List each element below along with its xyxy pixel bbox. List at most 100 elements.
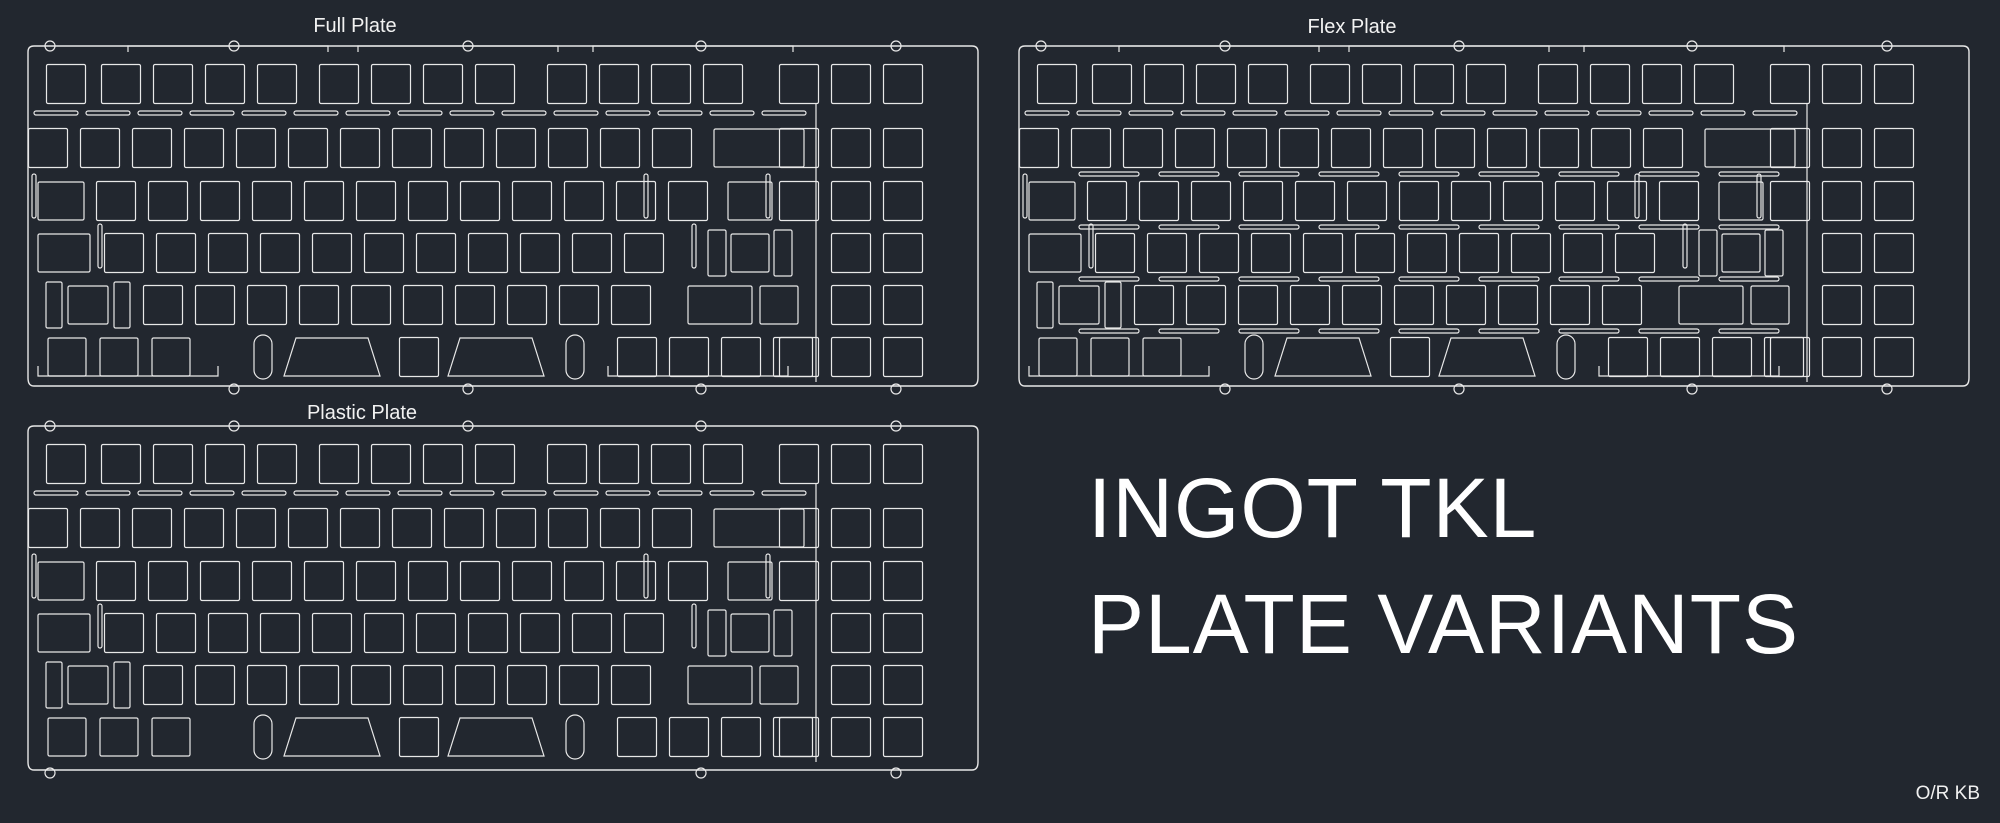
switch-cutout [511,180,553,222]
switch-cutout [506,664,548,706]
flex-cut [1238,328,1300,334]
stabilizer-cutout [707,229,727,277]
switch-cutout [1601,284,1643,326]
switch-cutout [256,63,298,105]
switch-cutout [667,560,709,602]
switch-cutout [1821,180,1863,222]
relief-slot [33,110,79,116]
relief-slot [189,490,235,496]
spacebar-stab-cutout [447,337,545,377]
switch-cutout [246,664,288,706]
relief-slot [1682,223,1688,269]
switch-cutout [402,664,444,706]
flex-cut [1558,224,1620,230]
stabilizer-cutout [565,714,585,760]
switch-cutout [454,284,496,326]
flex-cut [1478,224,1540,230]
flex-cut [1558,276,1620,282]
switch-cutout [79,127,121,169]
credit-text: O/R KB [1915,783,1980,804]
switch-cutout [598,63,640,105]
switch-cutout [251,560,293,602]
switch-cutout [155,612,197,654]
switch-cutout [311,612,353,654]
relief-slot [293,110,339,116]
switch-cutout [830,336,872,378]
relief-slot [761,490,807,496]
stabilizer-cutout [45,661,63,709]
switch-cutout [720,716,762,758]
switch-cutout [702,63,744,105]
switch-cutout [563,560,605,602]
top-relief [357,45,559,52]
switch-cutout [422,63,464,105]
switch-cutout [1769,180,1811,222]
flex-cut [1638,224,1700,230]
switch-cutout [199,560,241,602]
switch-cutout [547,127,589,169]
switch-cutout [1143,63,1185,105]
switch-cutout [1247,63,1289,105]
spacebar-stab-cutout [283,337,381,377]
switch-cutout [103,612,145,654]
switch-cutout [651,507,693,549]
switch-cutout [623,232,665,274]
relief-slot [1076,110,1122,116]
switch-cutout [47,717,87,757]
relief-slot [501,490,547,496]
relief-slot [1634,173,1640,219]
switch-cutout [1242,180,1284,222]
relief-slot [709,110,755,116]
flex-cut [1478,276,1540,282]
switch-cutout [37,181,85,221]
switch-cutout [650,443,692,485]
switch-cutout [131,127,173,169]
switch-cutout [702,443,744,485]
switch-cutout [882,232,924,274]
switch-cutout [318,443,360,485]
stabilizer-cutout [713,508,805,548]
relief-slot [643,173,649,219]
plate-outline [27,45,979,387]
switch-cutout [778,180,820,222]
switch-cutout [687,285,753,325]
switch-cutout [1133,284,1175,326]
relief-slot [31,553,37,599]
switch-cutout [882,560,924,602]
switch-cutout [882,127,924,169]
switch-cutout [1510,232,1552,274]
switch-cutout [1562,232,1604,274]
switch-cutout [1237,284,1279,326]
relief-slot [709,490,755,496]
switch-cutout [1641,63,1683,105]
switch-cutout [474,63,516,105]
switch-cutout [1094,232,1136,274]
stabilizer-cutout [113,281,131,329]
relief-slot [397,110,443,116]
relief-slot [1284,110,1330,116]
relief-slot [449,490,495,496]
relief-slot [345,110,391,116]
switch-cutout [99,337,139,377]
relief-slot [1022,173,1028,219]
switch-cutout [830,232,872,274]
flex-cut [1078,328,1140,334]
switch-cutout [1195,63,1237,105]
switch-cutout [650,63,692,105]
flex-cut [1558,328,1620,334]
switch-cutout [152,63,194,105]
switch-cutout [398,716,440,758]
switch-cutout [142,664,184,706]
switch-cutout [27,127,69,169]
switch-cutout [616,336,658,378]
switch-cutout [398,336,440,378]
top-relief [1118,45,1320,52]
switch-cutout [1309,63,1351,105]
switch-cutout [1038,337,1078,377]
flex-cut [1318,171,1380,177]
relief-slot [137,490,183,496]
switch-cutout [246,284,288,326]
stabilizer-cutout [773,229,793,277]
switch-cutout [495,127,537,169]
switch-cutout [1226,127,1268,169]
